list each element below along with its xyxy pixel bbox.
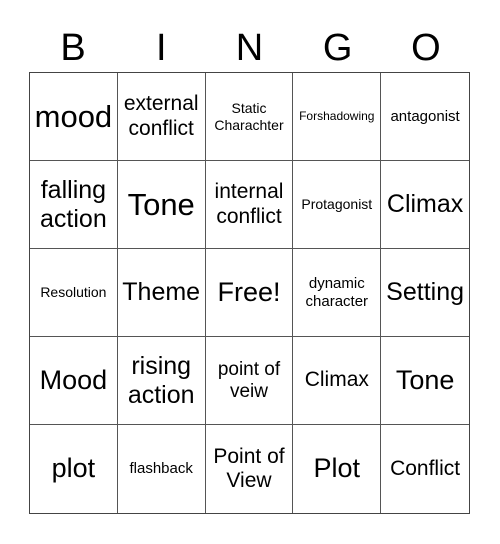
bingo-cell[interactable]: Resolution bbox=[30, 249, 118, 337]
bingo-cell[interactable]: Plot bbox=[293, 425, 382, 513]
bingo-cell[interactable]: Forshadowing bbox=[293, 73, 382, 161]
header-letter-g: G bbox=[322, 27, 353, 69]
bingo-cell[interactable]: Climax bbox=[381, 161, 469, 249]
free-space[interactable]: Free! bbox=[205, 249, 294, 337]
bingo-cell[interactable]: Point of View bbox=[206, 425, 294, 513]
bingo-cell[interactable]: Theme bbox=[117, 249, 206, 337]
bingo-cell[interactable]: flashback bbox=[118, 425, 206, 513]
header-letter-i: I bbox=[156, 27, 167, 69]
bingo-cell[interactable]: Tone bbox=[117, 161, 206, 249]
bingo-cell[interactable]: point of veiw bbox=[205, 337, 294, 425]
bingo-cell[interactable]: rising action bbox=[117, 337, 206, 425]
bingo-cell[interactable]: Static Charachter bbox=[205, 73, 294, 161]
bingo-cell[interactable]: falling action bbox=[30, 161, 118, 249]
bingo-header: B I N G O bbox=[29, 24, 470, 72]
bingo-cell[interactable]: Tone bbox=[381, 337, 469, 425]
header-letter-b: B bbox=[60, 27, 86, 69]
bingo-cell[interactable]: antagonist bbox=[381, 73, 469, 161]
bingo-cell[interactable]: dynamic character bbox=[293, 249, 382, 337]
bingo-cell[interactable]: Climax bbox=[293, 337, 382, 425]
bingo-cell[interactable]: external conflict bbox=[117, 73, 206, 161]
bingo-card-grid: mood external conflict Static Charachter… bbox=[29, 72, 470, 514]
bingo-cell[interactable]: Protagonist bbox=[293, 161, 382, 249]
header-letter-n: N bbox=[235, 27, 264, 69]
bingo-cell[interactable]: Conflict bbox=[381, 425, 469, 513]
bingo-cell[interactable]: plot bbox=[30, 425, 118, 513]
bingo-cell[interactable]: internal conflict bbox=[205, 161, 294, 249]
bingo-cell[interactable]: Setting bbox=[381, 249, 469, 337]
bingo-cell[interactable]: Mood bbox=[30, 337, 118, 425]
bingo-cell[interactable]: mood bbox=[30, 73, 118, 161]
header-letter-o: O bbox=[411, 27, 441, 69]
